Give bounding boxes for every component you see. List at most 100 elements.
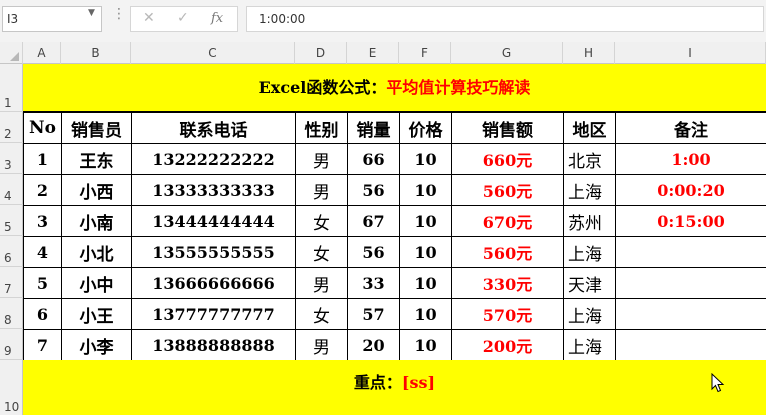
- row-header-9[interactable]: 9: [0, 329, 23, 360]
- cell-quantity[interactable]: 33: [347, 267, 400, 299]
- cell-no[interactable]: 7: [23, 329, 62, 361]
- header-salesperson[interactable]: 销售员: [61, 112, 132, 144]
- header-no[interactable]: No: [23, 112, 62, 144]
- cell-phone[interactable]: 13666666666: [131, 267, 296, 299]
- cell-quantity[interactable]: 57: [347, 298, 400, 330]
- row-header-6[interactable]: 6: [0, 236, 23, 267]
- cell-region[interactable]: 苏州: [563, 205, 616, 237]
- cell-remark[interactable]: 0:00:20: [615, 174, 766, 206]
- cell-amount[interactable]: 200元: [451, 329, 564, 361]
- cell-price[interactable]: 10: [399, 205, 452, 237]
- cell-amount[interactable]: 570元: [451, 298, 564, 330]
- cell-phone[interactable]: 13222222222: [131, 143, 296, 175]
- cell-no[interactable]: 6: [23, 298, 62, 330]
- cell-salesperson[interactable]: 小北: [61, 236, 132, 268]
- header-price[interactable]: 价格: [399, 112, 452, 144]
- header-quantity[interactable]: 销量: [347, 112, 400, 144]
- cell-region[interactable]: 上海: [563, 298, 616, 330]
- cell-salesperson[interactable]: 王东: [61, 143, 132, 175]
- cell-salesperson[interactable]: 小中: [61, 267, 132, 299]
- cell-price[interactable]: 10: [399, 143, 452, 175]
- column-header-e[interactable]: E: [347, 42, 399, 64]
- row-header-4[interactable]: 4: [0, 174, 23, 205]
- column-header-a[interactable]: A: [23, 42, 61, 64]
- cell-salesperson[interactable]: 小西: [61, 174, 132, 206]
- cell-phone[interactable]: 13555555555: [131, 236, 296, 268]
- cell-price[interactable]: 10: [399, 298, 452, 330]
- cell-gender[interactable]: 男: [295, 143, 348, 175]
- name-box[interactable]: I3: [2, 6, 102, 32]
- column-header-f[interactable]: F: [399, 42, 451, 64]
- cell-gender[interactable]: 女: [295, 205, 348, 237]
- cell-remark[interactable]: [615, 267, 766, 299]
- cell-quantity[interactable]: 20: [347, 329, 400, 361]
- note-cell[interactable]: 重点：[ss]: [23, 360, 766, 415]
- cell-amount[interactable]: 660元: [451, 143, 564, 175]
- cell-region[interactable]: 天津: [563, 267, 616, 299]
- cell-no[interactable]: 1: [23, 143, 62, 175]
- cell-region[interactable]: 北京: [563, 143, 616, 175]
- row-header-5[interactable]: 5: [0, 205, 23, 236]
- cell-price[interactable]: 10: [399, 236, 452, 268]
- cell-region[interactable]: 上海: [563, 236, 616, 268]
- cell-price[interactable]: 10: [399, 267, 452, 299]
- cell-phone[interactable]: 13888888888: [131, 329, 296, 361]
- header-region[interactable]: 地区: [563, 112, 616, 144]
- cell-salesperson[interactable]: 小南: [61, 205, 132, 237]
- column-header-c[interactable]: C: [131, 42, 295, 64]
- column-header-h[interactable]: H: [563, 42, 615, 64]
- cell-salesperson[interactable]: 小李: [61, 329, 132, 361]
- cell-amount[interactable]: 670元: [451, 205, 564, 237]
- cell-amount[interactable]: 330元: [451, 267, 564, 299]
- cell-gender[interactable]: 男: [295, 174, 348, 206]
- cell-amount[interactable]: 560元: [451, 236, 564, 268]
- cell-phone[interactable]: 13444444444: [131, 205, 296, 237]
- header-gender[interactable]: 性别: [295, 112, 348, 144]
- cell-quantity[interactable]: 56: [347, 236, 400, 268]
- cell-phone[interactable]: 13333333333: [131, 174, 296, 206]
- cell-amount[interactable]: 560元: [451, 174, 564, 206]
- column-header-b[interactable]: B: [61, 42, 131, 64]
- row-header-2[interactable]: 2: [0, 112, 23, 143]
- check-icon[interactable]: ✓: [177, 10, 189, 26]
- row-header-3[interactable]: 3: [0, 143, 23, 174]
- cell-no[interactable]: 2: [23, 174, 62, 206]
- cell-price[interactable]: 10: [399, 174, 452, 206]
- cell-region[interactable]: 上海: [563, 174, 616, 206]
- column-header-d[interactable]: D: [295, 42, 347, 64]
- more-options-icon[interactable]: ⋮: [112, 7, 126, 21]
- cell-remark[interactable]: 0:15:00: [615, 205, 766, 237]
- cell-quantity[interactable]: 56: [347, 174, 400, 206]
- cell-no[interactable]: 3: [23, 205, 62, 237]
- cell-remark[interactable]: 1:00: [615, 143, 766, 175]
- row-header-1[interactable]: 1: [0, 64, 23, 112]
- cell-gender[interactable]: 女: [295, 298, 348, 330]
- cell-quantity[interactable]: 66: [347, 143, 400, 175]
- cell-no[interactable]: 5: [23, 267, 62, 299]
- cell-remark[interactable]: [615, 329, 766, 361]
- cell-remark[interactable]: [615, 236, 766, 268]
- column-header-i[interactable]: I: [615, 42, 766, 64]
- header-remark[interactable]: 备注: [615, 112, 766, 144]
- column-header-g[interactable]: G: [451, 42, 563, 64]
- title-cell[interactable]: Excel函数公式：平均值计算技巧解读: [23, 64, 766, 112]
- formula-input[interactable]: 1:00:00: [246, 6, 764, 32]
- cell-gender[interactable]: 女: [295, 236, 348, 268]
- row-header-7[interactable]: 7: [0, 267, 23, 298]
- insert-function-icon[interactable]: fx: [211, 11, 223, 26]
- cell-gender[interactable]: 男: [295, 267, 348, 299]
- row-header-8[interactable]: 8: [0, 298, 23, 329]
- cell-no[interactable]: 4: [23, 236, 62, 268]
- cell-remark[interactable]: [615, 298, 766, 330]
- cell-salesperson[interactable]: 小王: [61, 298, 132, 330]
- header-amount[interactable]: 销售额: [451, 112, 564, 144]
- header-phone[interactable]: 联系电话: [131, 112, 296, 144]
- cell-region[interactable]: 上海: [563, 329, 616, 361]
- row-header-10[interactable]: 10: [0, 360, 23, 415]
- cell-quantity[interactable]: 67: [347, 205, 400, 237]
- cell-phone[interactable]: 13777777777: [131, 298, 296, 330]
- cell-price[interactable]: 10: [399, 329, 452, 361]
- chevron-down-icon[interactable]: ▼: [88, 8, 95, 18]
- cell-gender[interactable]: 男: [295, 329, 348, 361]
- cancel-icon[interactable]: ✕: [143, 10, 155, 26]
